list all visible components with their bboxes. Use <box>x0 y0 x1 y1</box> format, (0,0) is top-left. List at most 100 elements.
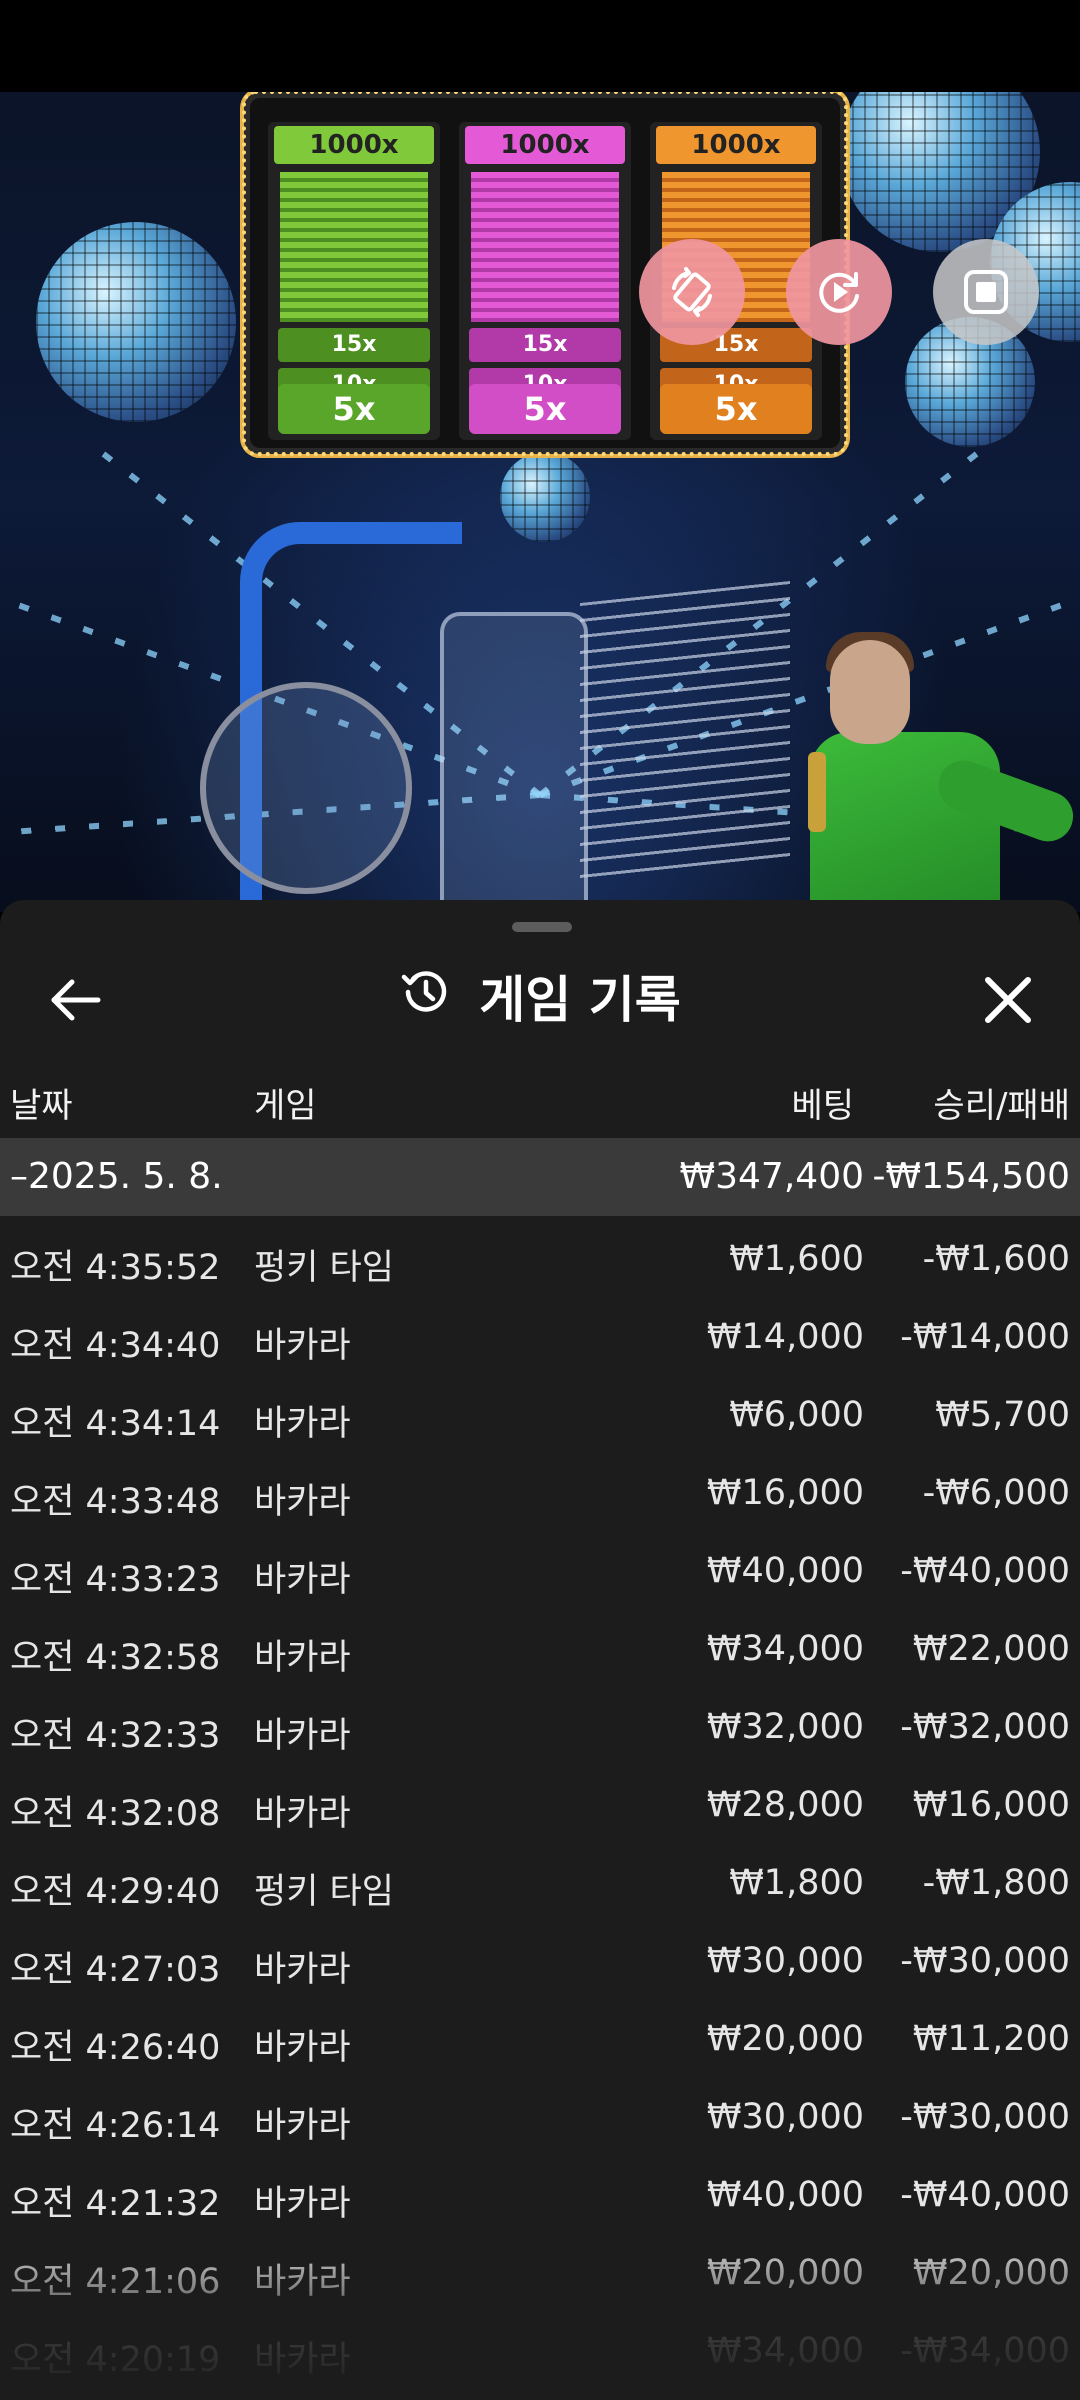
row-multiplier: 15x <box>278 328 430 362</box>
row-bet: ₩40,000 <box>706 1551 864 1591</box>
history-row[interactable]: 오전 4:26:14 바카라 ₩30,000 -₩30,000 <box>0 2074 1080 2152</box>
replay-button[interactable] <box>786 239 892 345</box>
stop-icon <box>964 270 1008 314</box>
history-row[interactable]: 오전 4:29:40 펑키 타임 ₩1,800 -₩1,800 <box>0 1840 1080 1918</box>
row-bet: ₩32,000 <box>706 1707 864 1747</box>
row-result: -₩30,000 <box>900 2097 1070 2137</box>
row-time: 오전 4:33:23 <box>10 1560 221 1600</box>
top-multiplier: 1000x <box>274 126 434 164</box>
history-row[interactable]: 오전 4:21:06 바카라 ₩20,000 ₩20,000 <box>0 2230 1080 2308</box>
history-list: 오전 4:35:52 펑키 타임 ₩1,600 -₩1,600 오전 4:34:40 바카… <box>0 1216 1080 2386</box>
row-bet: ₩1,800 <box>729 1863 864 1903</box>
history-row[interactable]: 오전 4:35:52 펑키 타임 ₩1,600 -₩1,600 <box>0 1216 1080 1294</box>
drag-handle[interactable] <box>512 922 572 932</box>
row-time: 오전 4:26:40 <box>10 2028 221 2068</box>
row-bet: ₩30,000 <box>706 2097 864 2137</box>
row-time: 오전 4:29:40 <box>10 1872 221 1912</box>
history-row[interactable]: 오전 4:33:48 바카라 ₩16,000 -₩6,000 <box>0 1450 1080 1528</box>
group-result-total: -₩154,500 <box>872 1156 1070 1197</box>
row-bet: ₩28,000 <box>706 1785 864 1825</box>
row-time: 오전 4:21:32 <box>10 2184 221 2224</box>
row-game: 바카라 <box>254 1404 351 1444</box>
live-video-feed[interactable]: 1000x15x10x5x1000x15x10x5x1000x15x10x5x <box>0 92 1080 912</box>
column-headers: 날짜 게임 베팅 승리/패배 <box>0 1072 1080 1128</box>
row-result: -₩14,000 <box>900 1317 1070 1357</box>
row-bet: ₩40,000 <box>706 2175 864 2215</box>
row-result: -₩6,000 <box>922 1473 1070 1513</box>
row-bet: ₩20,000 <box>706 2019 864 2059</box>
row-bet: ₩14,000 <box>706 1317 864 1357</box>
row-result: ₩5,700 <box>935 1395 1070 1435</box>
row-time: 오전 4:34:14 <box>10 1404 221 1444</box>
row-game: 바카라 <box>254 1326 351 1366</box>
row-result: -₩1,600 <box>922 1239 1070 1279</box>
close-icon <box>985 977 1031 1023</box>
row-game: 바카라 <box>254 1638 351 1678</box>
history-row[interactable]: 오전 4:34:14 바카라 ₩6,000 ₩5,700 <box>0 1372 1080 1450</box>
history-row[interactable]: 오전 4:34:40 바카라 ₩14,000 -₩14,000 <box>0 1294 1080 1372</box>
multiplier-stripes <box>280 172 428 322</box>
row-game: 펑키 타임 <box>254 1872 394 1912</box>
column-date: 날짜 <box>10 1086 73 1126</box>
row-time: 오전 4:32:33 <box>10 1716 221 1756</box>
row-game: 바카라 <box>254 2184 351 2224</box>
row-bet: ₩1,600 <box>729 1239 864 1279</box>
row-bet: ₩16,000 <box>706 1473 864 1513</box>
row-result: -₩40,000 <box>900 2175 1070 2215</box>
row-time: 오전 4:20:19 <box>10 2340 221 2380</box>
history-row[interactable]: 오전 4:21:32 바카라 ₩40,000 -₩40,000 <box>0 2152 1080 2230</box>
history-row[interactable]: 오전 4:26:40 바카라 ₩20,000 ₩11,200 <box>0 1996 1080 2074</box>
row-game: 바카라 <box>254 2262 351 2302</box>
group-bet-total: ₩347,400 <box>679 1156 864 1197</box>
host <box>810 732 1000 912</box>
stop-button[interactable] <box>933 239 1039 345</box>
row-game: 바카라 <box>254 1794 351 1834</box>
ball-drum <box>440 612 588 912</box>
base-multiplier: 5x <box>660 384 812 434</box>
top-multiplier: 1000x <box>656 126 816 164</box>
row-time: 오전 4:34:40 <box>10 1326 221 1366</box>
row-time: 오전 4:32:58 <box>10 1638 221 1678</box>
column-game: 게임 <box>254 1086 317 1126</box>
row-time: 오전 4:26:14 <box>10 2106 221 2146</box>
rotate-screen-button[interactable] <box>639 239 745 345</box>
column-bet: 베팅 <box>791 1086 854 1126</box>
history-row[interactable]: 오전 4:27:03 바카라 ₩30,000 -₩30,000 <box>0 1918 1080 1996</box>
title-text: 게임 기록 <box>479 971 681 1029</box>
row-bet: ₩34,000 <box>706 2331 864 2371</box>
date-group-row[interactable]: –2025. 5. 8. ₩347,400 -₩154,500 <box>0 1138 1080 1216</box>
history-row[interactable]: 오전 4:20:19 바카라 ₩34,000 -₩34,000 <box>0 2308 1080 2386</box>
history-row[interactable]: 오전 4:33:23 바카라 ₩40,000 -₩40,000 <box>0 1528 1080 1606</box>
row-result: -₩32,000 <box>900 1707 1070 1747</box>
disco-ball <box>36 222 236 422</box>
row-game: 바카라 <box>254 1482 351 1522</box>
row-time: 오전 4:21:06 <box>10 2262 221 2302</box>
board-column: 1000x15x10x5x <box>459 122 631 440</box>
host-head <box>830 640 910 744</box>
history-icon <box>399 965 453 1034</box>
row-game: 바카라 <box>254 2106 351 2146</box>
row-game: 바카라 <box>254 1560 351 1600</box>
ball-rails <box>580 580 790 884</box>
magnifier-lens <box>200 682 412 894</box>
board-column: 1000x15x10x5x <box>268 122 440 440</box>
rotate-screen-icon <box>672 267 712 317</box>
history-row[interactable]: 오전 4:32:33 바카라 ₩32,000 -₩32,000 <box>0 1684 1080 1762</box>
top-multiplier: 1000x <box>465 126 625 164</box>
multiplier-stripes <box>471 172 619 322</box>
status-bar <box>0 0 1080 92</box>
replay-icon <box>819 272 859 313</box>
close-button[interactable] <box>980 972 1036 1028</box>
row-bet: ₩30,000 <box>706 1941 864 1981</box>
row-game: 바카라 <box>254 1716 351 1756</box>
row-multiplier: 15x <box>469 328 621 362</box>
row-result: ₩22,000 <box>912 1629 1070 1669</box>
row-result: ₩11,200 <box>912 2019 1070 2059</box>
row-result: ₩20,000 <box>912 2253 1070 2293</box>
disco-ball <box>500 452 590 542</box>
page-title: 게임 기록 <box>0 968 1080 1038</box>
row-time: 오전 4:32:08 <box>10 1794 221 1834</box>
history-row[interactable]: 오전 4:32:58 바카라 ₩34,000 ₩22,000 <box>0 1606 1080 1684</box>
base-multiplier: 5x <box>469 384 621 434</box>
history-row[interactable]: 오전 4:32:08 바카라 ₩28,000 ₩16,000 <box>0 1762 1080 1840</box>
